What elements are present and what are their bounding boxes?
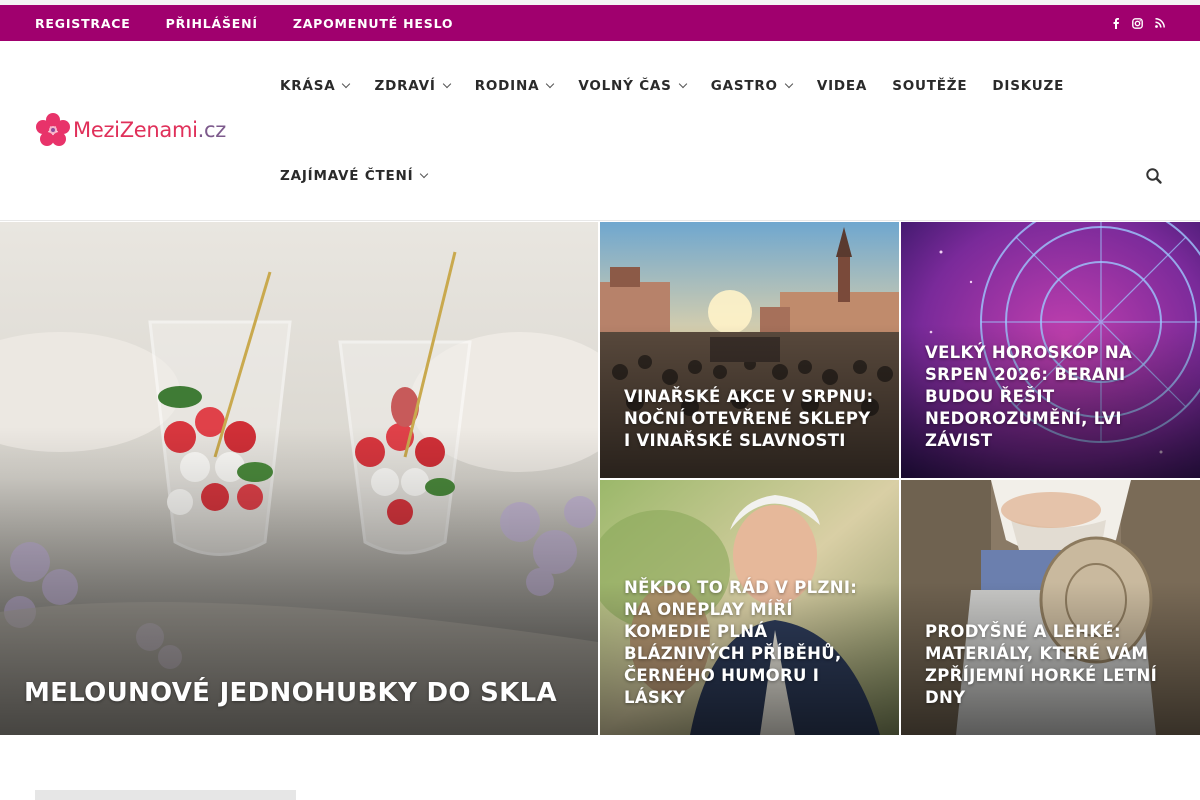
featured-article-4[interactable]: NĚKDO TO RÁD V PLZNI: NA ONEPLAY MÍŘÍ KO… bbox=[600, 480, 899, 735]
logo-text-domain: .cz bbox=[197, 118, 227, 142]
article-title[interactable]: PRODYŠNÉ A LEHKÉ: MATERIÁLY, KTERÉ VÁM Z… bbox=[925, 621, 1176, 709]
top-bar: REGISTRACE PŘIHLÁŠENÍ ZAPOMENUTÉ HESLO bbox=[0, 5, 1200, 41]
article-title[interactable]: VINAŘSKÉ AKCE V SRPNU: NOČNÍ OTEVŘENÉ SK… bbox=[624, 386, 875, 452]
featured-article-5[interactable]: PRODYŠNÉ A LEHKÉ: MATERIÁLY, KTERÉ VÁM Z… bbox=[901, 480, 1200, 735]
nav-zdravi[interactable]: ZDRAVÍ bbox=[374, 78, 451, 94]
rss-icon[interactable] bbox=[1155, 18, 1165, 28]
nav-souteze[interactable]: SOUTĚŽE bbox=[892, 78, 967, 94]
chevron-down-icon bbox=[546, 79, 555, 89]
nav-diskuze[interactable]: DISKUZE bbox=[992, 78, 1064, 94]
featured-article-3[interactable]: VELKÝ HOROSKOP NA SRPEN 2026: BERANI BUD… bbox=[901, 222, 1200, 478]
chevron-down-icon bbox=[784, 79, 794, 89]
featured-grid: MELOUNOVÉ JEDNOHUBKY DO SKLA VINAŘSKÉ AK… bbox=[0, 222, 1200, 735]
nav-label: RODINA bbox=[474, 78, 540, 94]
main-nav: KRÁSA ZDRAVÍ RODINA VOLNÝ ČAS GASTRO VID… bbox=[280, 77, 1064, 95]
article-title[interactable]: NĚKDO TO RÁD V PLZNI: NA ONEPLAY MÍŘÍ KO… bbox=[624, 577, 875, 709]
search-icon[interactable] bbox=[1145, 167, 1163, 185]
account-links: REGISTRACE PŘIHLÁŠENÍ ZAPOMENUTÉ HESLO bbox=[35, 16, 453, 31]
forgot-password-link[interactable]: ZAPOMENUTÉ HESLO bbox=[293, 16, 453, 31]
facebook-icon[interactable] bbox=[1112, 17, 1120, 29]
nav-label: VOLNÝ ČAS bbox=[578, 78, 672, 94]
login-link[interactable]: PŘIHLÁŠENÍ bbox=[166, 16, 258, 31]
article-card-thumbnail[interactable] bbox=[35, 790, 296, 800]
nav-label: ZAJÍMAVÉ ČTENÍ bbox=[280, 168, 414, 184]
article-title[interactable]: MELOUNOVÉ JEDNOHUBKY DO SKLA bbox=[24, 677, 574, 709]
chevron-down-icon bbox=[678, 79, 687, 89]
featured-article-2[interactable]: VINAŘSKÉ AKCE V SRPNU: NOČNÍ OTEVŘENÉ SK… bbox=[600, 222, 899, 478]
register-link[interactable]: REGISTRACE bbox=[35, 16, 131, 31]
nav-label: VIDEA bbox=[816, 78, 868, 94]
featured-article-1[interactable]: MELOUNOVÉ JEDNOHUBKY DO SKLA bbox=[0, 222, 598, 735]
nav-label: GASTRO bbox=[710, 78, 778, 94]
site-logo[interactable]: MeziZenami.cz bbox=[35, 112, 226, 148]
nav-gastro[interactable]: GASTRO bbox=[710, 78, 794, 94]
nav-label: SOUTĚŽE bbox=[892, 78, 968, 94]
chevron-down-icon bbox=[420, 169, 429, 179]
logo-wordmark: MeziZenami.cz bbox=[73, 118, 226, 142]
nav-krasa[interactable]: KRÁSA bbox=[280, 78, 351, 94]
chevron-down-icon bbox=[342, 79, 351, 89]
flower-logo-icon bbox=[36, 113, 70, 146]
nav-label: KRÁSA bbox=[280, 78, 336, 94]
instagram-icon[interactable] bbox=[1132, 17, 1143, 29]
social-links bbox=[1112, 17, 1165, 29]
nav-label: DISKUZE bbox=[992, 78, 1065, 94]
chevron-down-icon bbox=[442, 79, 451, 89]
nav-zajimave-cteni[interactable]: ZAJÍMAVÉ ČTENÍ bbox=[280, 168, 429, 184]
nav-videa[interactable]: VIDEA bbox=[817, 78, 867, 94]
article-title[interactable]: VELKÝ HOROSKOP NA SRPEN 2026: BERANI BUD… bbox=[925, 342, 1176, 452]
site-header: MeziZenami.cz KRÁSA ZDRAVÍ RODINA VOLNÝ … bbox=[0, 41, 1200, 221]
logo-text-main: MeziZenami bbox=[73, 118, 198, 142]
nav-rodina[interactable]: RODINA bbox=[474, 78, 555, 94]
nav-label: ZDRAVÍ bbox=[374, 78, 436, 94]
main-nav-row-2: ZAJÍMAVÉ ČTENÍ bbox=[280, 167, 429, 185]
nav-volny-cas[interactable]: VOLNÝ ČAS bbox=[578, 78, 687, 94]
